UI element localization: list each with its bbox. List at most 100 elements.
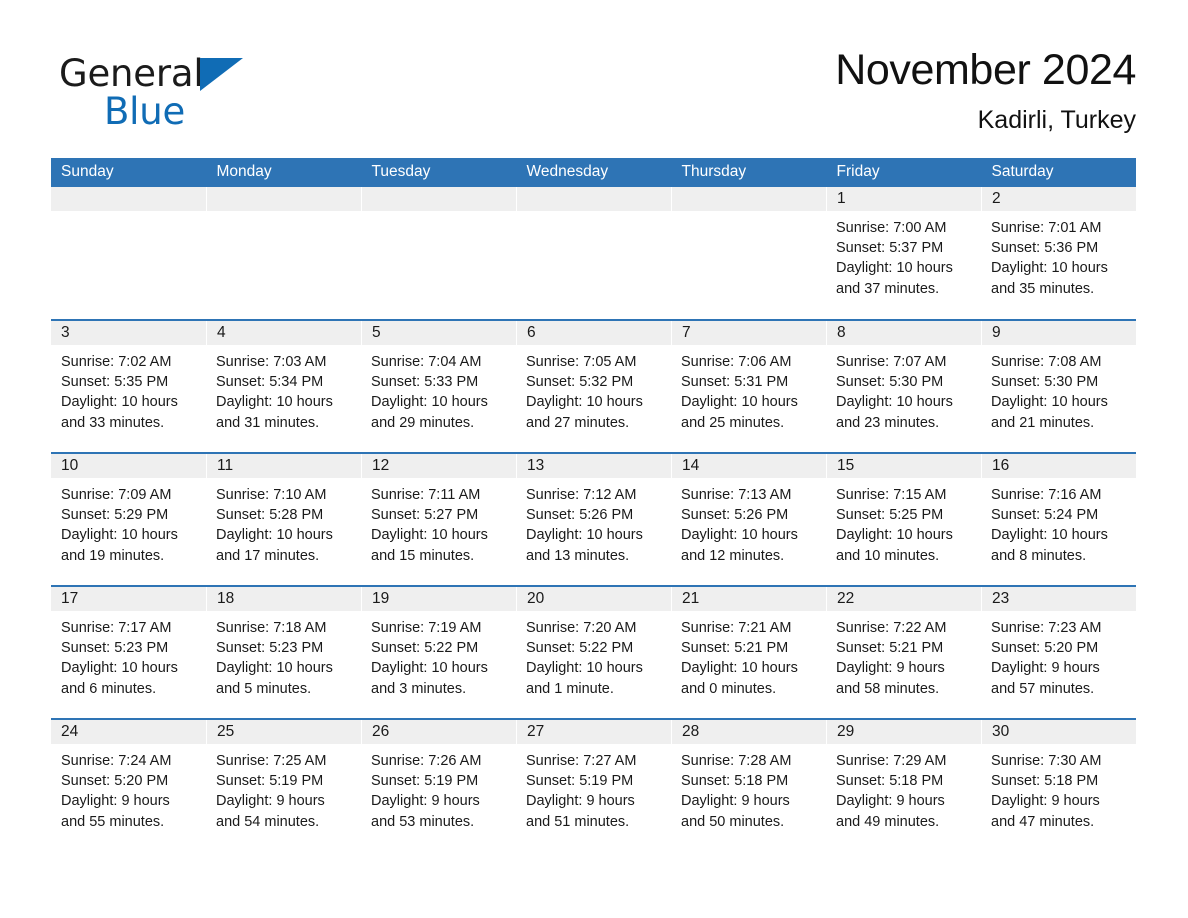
daylight-text: Daylight: 9 hours and 47 minutes.: [991, 793, 1100, 830]
calendar-day-cell[interactable]: 16 Sunrise: 7:16 AM Sunset: 5:24 PM Dayligh…: [981, 452, 1136, 586]
day-number: [516, 187, 671, 211]
calendar-day-cell[interactable]: 22 Sunrise: 7:22 AM Sunset: 5:21 PM Dayligh…: [826, 585, 981, 719]
calendar-day-cell[interactable]: 3 Sunrise: 7:02 AM Sunset: 5:35 PM Daylight…: [51, 319, 206, 453]
sunset-text: Sunset: 5:18 PM: [991, 773, 1099, 790]
calendar-day-cell[interactable]: 1 Sunrise: 7:00 AM Sunset: 5:37 PM Daylight…: [826, 187, 981, 320]
daylight-text: Daylight: 9 hours and 55 minutes.: [61, 793, 170, 830]
title-block: November 2024 Kadirli, Turkey: [835, 44, 1136, 135]
daylight-text: Daylight: 10 hours and 3 minutes.: [371, 660, 488, 697]
day-details: Sunrise: 7:28 AM Sunset: 5:18 PM Daylight:…: [671, 744, 826, 832]
day-number: 22: [826, 587, 981, 611]
daylight-text: Daylight: 9 hours and 51 minutes.: [526, 793, 635, 830]
calendar-day-cell[interactable]: 9 Sunrise: 7:08 AM Sunset: 5:30 PM Daylight…: [981, 319, 1136, 453]
day-details: Sunrise: 7:21 AM Sunset: 5:21 PM Daylight:…: [671, 611, 826, 699]
sunrise-text: Sunrise: 7:16 AM: [991, 487, 1102, 503]
daylight-text: Daylight: 9 hours and 50 minutes.: [681, 793, 790, 830]
day-number: 12: [361, 454, 516, 478]
day-number: 23: [981, 587, 1136, 611]
sunrise-text: Sunrise: 7:26 AM: [371, 753, 482, 769]
calendar-day-cell[interactable]: 14 Sunrise: 7:13 AM Sunset: 5:26 PM Dayligh…: [671, 452, 826, 586]
sunrise-text: Sunrise: 7:09 AM: [61, 487, 172, 503]
day-number: 30: [981, 720, 1136, 744]
day-number: 11: [206, 454, 361, 478]
daylight-text: Daylight: 10 hours and 12 minutes.: [681, 527, 798, 564]
day-number: 19: [361, 587, 516, 611]
logo-line-two: Blue: [59, 90, 359, 142]
page-masthead: General Blue November 2024 Kadirli, Turk…: [51, 44, 1136, 150]
day-number: 16: [981, 454, 1136, 478]
calendar-day-cell[interactable]: 29 Sunrise: 7:29 AM Sunset: 5:18 PM Dayligh…: [826, 718, 981, 852]
sunrise-text: Sunrise: 7:02 AM: [61, 354, 172, 370]
calendar-day-cell[interactable]: 18 Sunrise: 7:18 AM Sunset: 5:23 PM Dayligh…: [206, 585, 361, 719]
calendar-day-cell[interactable]: 5 Sunrise: 7:04 AM Sunset: 5:33 PM Daylight…: [361, 319, 516, 453]
calendar-day-cell[interactable]: 20 Sunrise: 7:20 AM Sunset: 5:22 PM Dayligh…: [516, 585, 671, 719]
sunrise-text: Sunrise: 7:22 AM: [836, 620, 947, 636]
sunset-text: Sunset: 5:36 PM: [991, 240, 1099, 257]
calendar-day-cell[interactable]: 17 Sunrise: 7:17 AM Sunset: 5:23 PM Dayligh…: [51, 585, 206, 719]
calendar-day-cell[interactable]: 13 Sunrise: 7:12 AM Sunset: 5:26 PM Dayligh…: [516, 452, 671, 586]
daylight-text: Daylight: 10 hours and 19 minutes.: [61, 527, 178, 564]
sunset-text: Sunset: 5:25 PM: [836, 507, 944, 524]
day-number: 18: [206, 587, 361, 611]
weekday-header-wednesday: Wednesday: [515, 158, 671, 187]
daylight-text: Daylight: 9 hours and 58 minutes.: [836, 660, 945, 697]
day-details: Sunrise: 7:10 AM Sunset: 5:28 PM Daylight:…: [206, 478, 361, 566]
day-number: 26: [361, 720, 516, 744]
calendar-day-cell[interactable]: 27 Sunrise: 7:27 AM Sunset: 5:19 PM Dayligh…: [516, 718, 671, 852]
calendar-day-cell[interactable]: 23 Sunrise: 7:23 AM Sunset: 5:20 PM Dayligh…: [981, 585, 1136, 719]
calendar-day-cell[interactable]: 12 Sunrise: 7:11 AM Sunset: 5:27 PM Dayligh…: [361, 452, 516, 586]
sunset-text: Sunset: 5:21 PM: [681, 640, 789, 657]
calendar-day-cell[interactable]: 6 Sunrise: 7:05 AM Sunset: 5:32 PM Daylight…: [516, 319, 671, 453]
sunrise-text: Sunrise: 7:00 AM: [836, 220, 947, 236]
sunrise-text: Sunrise: 7:10 AM: [216, 487, 327, 503]
calendar-day-cell[interactable]: 26 Sunrise: 7:26 AM Sunset: 5:19 PM Dayligh…: [361, 718, 516, 852]
day-number: 13: [516, 454, 671, 478]
sunrise-text: Sunrise: 7:15 AM: [836, 487, 947, 503]
day-details: Sunrise: 7:13 AM Sunset: 5:26 PM Daylight:…: [671, 478, 826, 566]
day-number: 21: [671, 587, 826, 611]
sunset-text: Sunset: 5:32 PM: [526, 374, 634, 391]
day-details: Sunrise: 7:05 AM Sunset: 5:32 PM Daylight:…: [516, 345, 671, 433]
day-number: [361, 187, 516, 211]
sunset-text: Sunset: 5:30 PM: [836, 374, 944, 391]
sunrise-text: Sunrise: 7:28 AM: [681, 753, 792, 769]
calendar-day-cell[interactable]: 30 Sunrise: 7:30 AM Sunset: 5:18 PM Dayligh…: [981, 718, 1136, 852]
sunrise-text: Sunrise: 7:29 AM: [836, 753, 947, 769]
day-number: 17: [51, 587, 206, 611]
daylight-text: Daylight: 10 hours and 35 minutes.: [991, 260, 1108, 297]
calendar-day-cell[interactable]: 8 Sunrise: 7:07 AM Sunset: 5:30 PM Daylight…: [826, 319, 981, 453]
day-details: Sunrise: 7:06 AM Sunset: 5:31 PM Daylight:…: [671, 345, 826, 433]
sunrise-text: Sunrise: 7:13 AM: [681, 487, 792, 503]
sunrise-text: Sunrise: 7:18 AM: [216, 620, 327, 636]
sunrise-text: Sunrise: 7:23 AM: [991, 620, 1102, 636]
calendar-day-cell[interactable]: 19 Sunrise: 7:19 AM Sunset: 5:22 PM Dayligh…: [361, 585, 516, 719]
daylight-text: Daylight: 10 hours and 37 minutes.: [836, 260, 953, 297]
calendar-day-cell[interactable]: 15 Sunrise: 7:15 AM Sunset: 5:25 PM Dayligh…: [826, 452, 981, 586]
day-number: 20: [516, 587, 671, 611]
day-number: [671, 187, 826, 211]
sunset-text: Sunset: 5:27 PM: [371, 507, 479, 524]
sunrise-text: Sunrise: 7:30 AM: [991, 753, 1102, 769]
daylight-text: Daylight: 10 hours and 23 minutes.: [836, 394, 953, 431]
calendar-day-cell[interactable]: 7 Sunrise: 7:06 AM Sunset: 5:31 PM Daylight…: [671, 319, 826, 453]
calendar-day-cell[interactable]: 24 Sunrise: 7:24 AM Sunset: 5:20 PM Dayligh…: [51, 718, 206, 852]
day-number: 4: [206, 321, 361, 345]
calendar-day-cell[interactable]: 21 Sunrise: 7:21 AM Sunset: 5:21 PM Dayligh…: [671, 585, 826, 719]
sunset-text: Sunset: 5:18 PM: [681, 773, 789, 790]
sunrise-text: Sunrise: 7:27 AM: [526, 753, 637, 769]
day-number: 15: [826, 454, 981, 478]
logo-line-one: General: [59, 52, 359, 96]
day-details: Sunrise: 7:01 AM Sunset: 5:36 PM Daylight:…: [981, 211, 1136, 299]
sunset-text: Sunset: 5:22 PM: [526, 640, 634, 657]
calendar-day-cell[interactable]: 2 Sunrise: 7:01 AM Sunset: 5:36 PM Daylight…: [981, 187, 1136, 320]
calendar-day-cell[interactable]: 10 Sunrise: 7:09 AM Sunset: 5:29 PM Dayligh…: [51, 452, 206, 586]
sunrise-text: Sunrise: 7:20 AM: [526, 620, 637, 636]
calendar-day-cell[interactable]: 28 Sunrise: 7:28 AM Sunset: 5:18 PM Dayligh…: [671, 718, 826, 852]
weekday-header-saturday: Saturday: [980, 158, 1136, 187]
sunset-text: Sunset: 5:34 PM: [216, 374, 324, 391]
daylight-text: Daylight: 10 hours and 31 minutes.: [216, 394, 333, 431]
sunrise-text: Sunrise: 7:04 AM: [371, 354, 482, 370]
calendar-day-cell[interactable]: 11 Sunrise: 7:10 AM Sunset: 5:28 PM Dayligh…: [206, 452, 361, 586]
calendar-day-cell[interactable]: 25 Sunrise: 7:25 AM Sunset: 5:19 PM Dayligh…: [206, 718, 361, 852]
calendar-day-cell[interactable]: 4 Sunrise: 7:03 AM Sunset: 5:34 PM Daylight…: [206, 319, 361, 453]
